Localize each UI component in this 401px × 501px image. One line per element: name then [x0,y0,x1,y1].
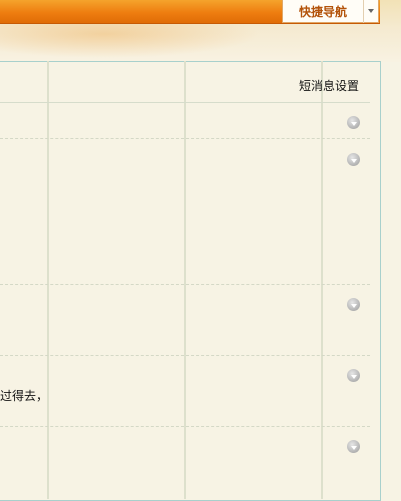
row-divider [0,426,370,427]
header-decoration [0,18,260,58]
column-divider [184,61,186,499]
chevron-down-circle-icon[interactable] [347,369,360,382]
chevron-down-icon[interactable] [363,0,378,23]
chevron-down-circle-icon[interactable] [347,298,360,311]
row-divider [0,355,370,356]
header-divider [0,102,370,103]
message-settings-header[interactable]: 短消息设置 [299,77,359,94]
quick-nav-dropdown[interactable]: 快捷导航 [282,0,379,23]
column-divider [47,61,49,499]
row-divider [0,138,370,139]
column-divider [321,61,323,499]
chevron-down-circle-icon[interactable] [347,440,360,453]
page-header-banner: 快捷导航 [0,0,401,62]
content-table [0,61,381,501]
row-divider [0,284,370,285]
chevron-down-circle-icon[interactable] [347,153,360,166]
quick-nav-label[interactable]: 快捷导航 [283,3,363,20]
chevron-down-circle-icon[interactable] [347,116,360,129]
row-content-text: 过得去， [0,389,49,403]
